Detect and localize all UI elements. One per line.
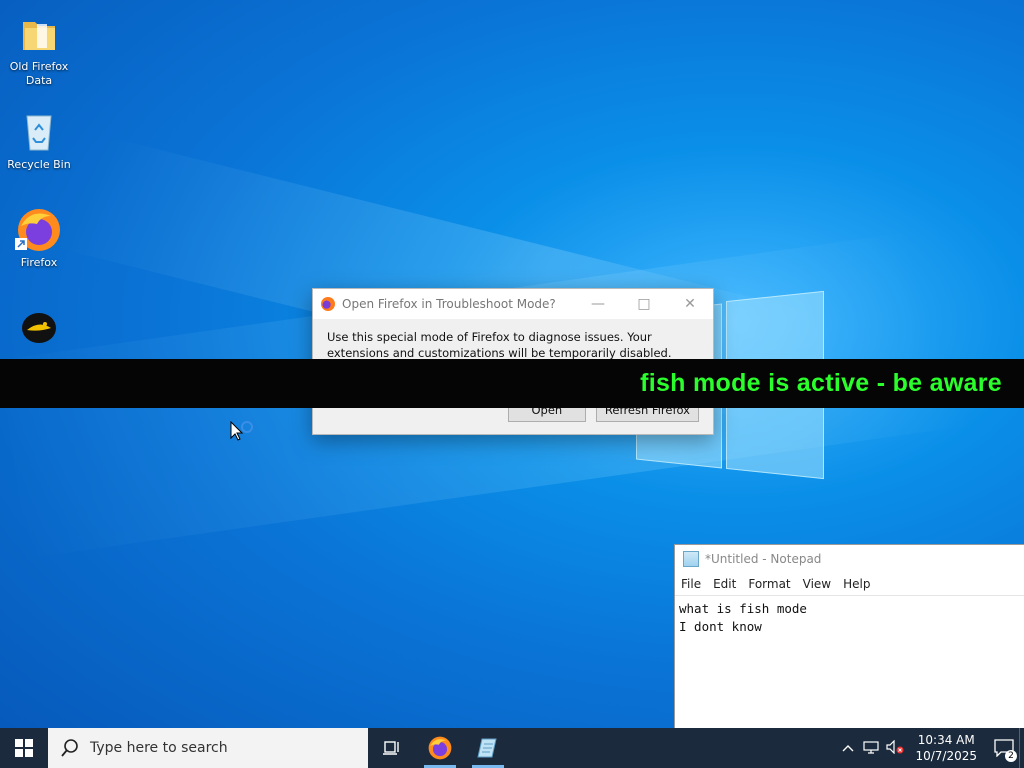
search-placeholder: Type here to search: [90, 740, 228, 756]
clock-date: 10/7/2025: [915, 749, 977, 763]
folder-icon: [15, 10, 63, 58]
menu-help[interactable]: Help: [843, 577, 870, 591]
overlay-banner: fish mode is active - be aware: [0, 359, 1024, 408]
system-tray: 10:34 AM 10/7/2025 2: [837, 728, 1024, 768]
notepad-menu-bar: File Edit Format View Help: [675, 573, 1024, 596]
chevron-up-icon[interactable]: [837, 741, 859, 755]
clock-time: 10:34 AM: [917, 733, 975, 747]
network-icon[interactable]: [859, 740, 883, 757]
firefox-icon: [15, 206, 63, 254]
mouse-cursor-icon: [230, 420, 256, 449]
taskbar-search-box[interactable]: Type here to search: [48, 728, 368, 768]
notification-count: 2: [1005, 750, 1017, 762]
firefox-icon: [321, 297, 335, 311]
notepad-icon: [477, 738, 497, 758]
shield-logo-icon: [15, 306, 63, 354]
desktop-icon-label: Recycle Bin: [7, 158, 71, 171]
taskbar-clock[interactable]: 10:34 AM 10/7/2025: [915, 732, 977, 764]
windows-start-icon: [15, 739, 33, 757]
notepad-text-area[interactable]: what is fish mode I dont know: [675, 596, 1024, 640]
dialog-title-bar: Open Firefox in Troubleshoot Mode? — □ ✕: [313, 289, 713, 319]
firefox-icon: [428, 736, 452, 760]
task-view-button[interactable]: [368, 728, 416, 768]
taskbar: Type here to search 10:34 AM 10/7/2025 2: [0, 728, 1024, 768]
banner-text: fish mode is active - be aware: [640, 369, 1002, 397]
show-desktop-button[interactable]: [1019, 728, 1024, 768]
desktop-icon-firefox[interactable]: Firefox: [1, 206, 77, 270]
menu-format[interactable]: Format: [748, 577, 790, 591]
notepad-line: I dont know: [679, 619, 762, 634]
notepad-title-bar: *Untitled - Notepad: [675, 545, 1024, 573]
notepad-icon: [683, 551, 699, 567]
desktop-icon-recycle-bin[interactable]: Recycle Bin: [1, 108, 77, 172]
volume-muted-icon[interactable]: [883, 739, 907, 757]
notepad-line: what is fish mode: [679, 601, 807, 616]
maximize-button[interactable]: □: [621, 289, 667, 319]
taskbar-notepad[interactable]: [464, 728, 512, 768]
menu-view[interactable]: View: [803, 577, 831, 591]
desktop-icon-old-firefox-data[interactable]: Old Firefox Data: [1, 10, 77, 88]
notepad-title: *Untitled - Notepad: [705, 552, 822, 566]
menu-edit[interactable]: Edit: [713, 577, 736, 591]
notepad-window: *Untitled - Notepad File Edit Format Vie…: [674, 544, 1024, 729]
search-icon: [61, 739, 78, 757]
minimize-button[interactable]: —: [575, 289, 621, 319]
action-center-button[interactable]: 2: [989, 728, 1019, 768]
dialog-title: Open Firefox in Troubleshoot Mode?: [342, 297, 556, 311]
start-button[interactable]: [0, 728, 48, 768]
desktop-icon-app[interactable]: [1, 306, 77, 356]
recycle-bin-icon: [15, 108, 63, 156]
task-view-icon: [383, 741, 399, 755]
menu-file[interactable]: File: [681, 577, 701, 591]
desktop-icon-label: Firefox: [20, 256, 58, 269]
desktop-icon-label: Old Firefox Data: [9, 60, 69, 87]
close-button[interactable]: ✕: [667, 289, 713, 319]
taskbar-firefox[interactable]: [416, 728, 464, 768]
